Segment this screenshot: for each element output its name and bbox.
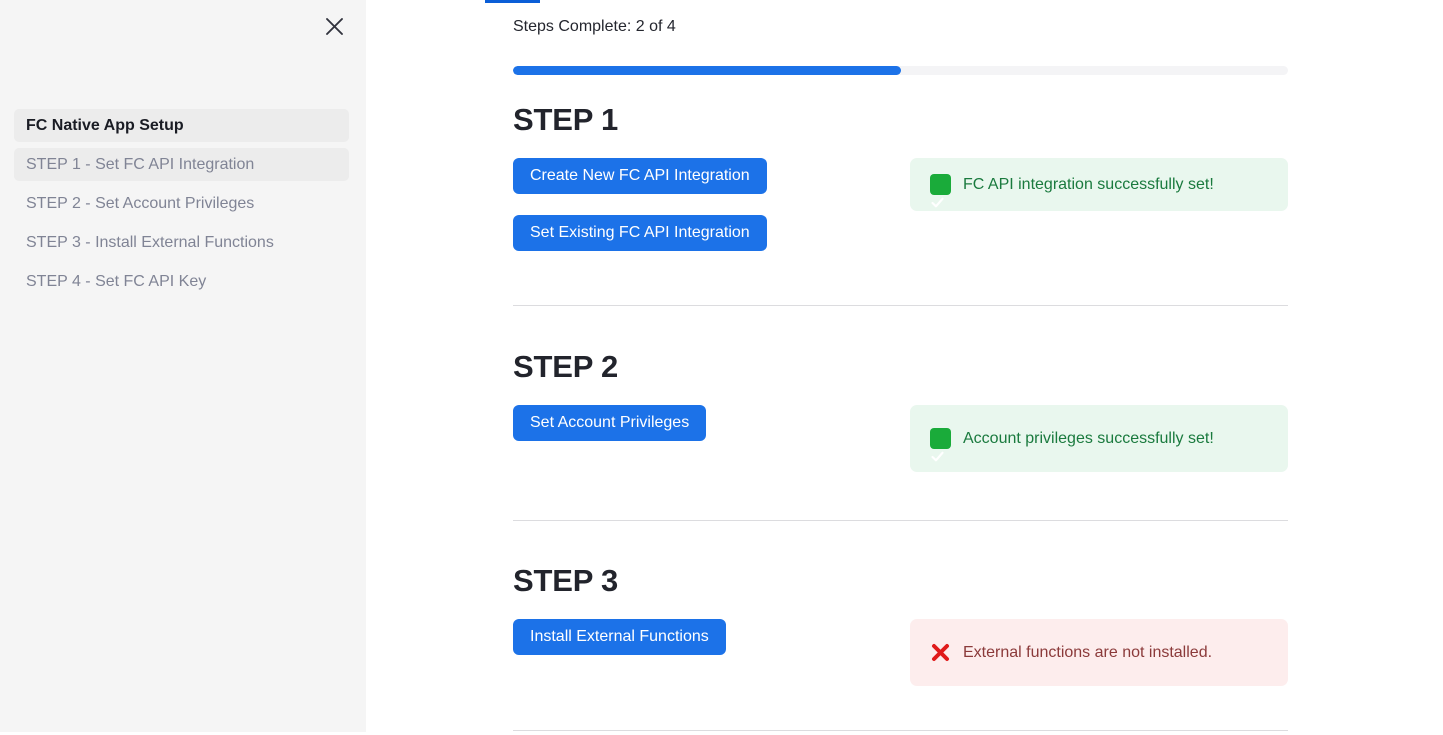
- set-account-privileges-button[interactable]: Set Account Privileges: [513, 405, 707, 441]
- section-divider-1: [513, 305, 1288, 306]
- white-heavy-check-mark-icon: [930, 428, 951, 462]
- set-existing-fc-api-integration-button[interactable]: Set Existing FC API Integration: [513, 215, 767, 251]
- main-content: Steps Complete: 2 of 4 STEP 1 Create New…: [366, 0, 1443, 735]
- step-1-status-banner: FC API integration successfully set!: [910, 158, 1288, 211]
- sidebar-nav: FC Native App Setup STEP 1 - Set FC API …: [14, 109, 349, 304]
- active-tab-indicator: [485, 0, 540, 3]
- step-1-status-text: FC API integration successfully set!: [963, 175, 1214, 193]
- progress-bar-fill: [513, 66, 901, 75]
- step-1-body: Create New FC API Integration Set Existi…: [513, 158, 1288, 251]
- install-external-functions-button[interactable]: Install External Functions: [513, 619, 726, 655]
- step-3-section: STEP 3 Install External Functions Extern…: [513, 561, 1288, 709]
- step-3-status-banner: External functions are not installed.: [910, 619, 1288, 686]
- step-1-section: STEP 1 Create New FC API Integration Set…: [513, 100, 1288, 251]
- step-3-actions: Install External Functions: [513, 619, 726, 655]
- create-new-fc-api-integration-button[interactable]: Create New FC API Integration: [513, 158, 767, 194]
- sidebar-item-step-2[interactable]: STEP 2 - Set Account Privileges: [14, 187, 349, 220]
- close-sidebar-button[interactable]: [318, 10, 350, 42]
- step-1-heading: STEP 1: [513, 102, 619, 137]
- step-2-actions: Set Account Privileges: [513, 405, 707, 441]
- sidebar-item-step-1[interactable]: STEP 1 - Set FC API Integration: [14, 148, 349, 181]
- step-3-heading: STEP 3: [513, 563, 619, 598]
- setup-progress-bar: [513, 66, 1288, 75]
- sidebar-item-step-3[interactable]: STEP 3 - Install External Functions: [14, 226, 349, 259]
- step-2-section: STEP 2 Set Account Privileges Account pr…: [513, 347, 1288, 495]
- section-divider-2: [513, 520, 1288, 521]
- sidebar-item-step-4[interactable]: STEP 4 - Set FC API Key: [14, 265, 349, 298]
- step-3-body: Install External Functions External func…: [513, 619, 1288, 709]
- step-1-actions: Create New FC API Integration Set Existi…: [513, 158, 767, 251]
- step-2-status-text: Account privileges successfully set!: [963, 429, 1214, 447]
- sidebar-app-title[interactable]: FC Native App Setup: [14, 109, 349, 142]
- step-2-status-banner: Account privileges successfully set!: [910, 405, 1288, 472]
- step-2-body: Set Account Privileges Account privilege…: [513, 405, 1288, 495]
- sidebar: FC Native App Setup STEP 1 - Set FC API …: [0, 0, 366, 732]
- step-3-status-text: External functions are not installed.: [963, 643, 1213, 661]
- step-2-heading: STEP 2: [513, 349, 619, 384]
- white-heavy-check-mark-icon: [930, 174, 951, 208]
- close-icon: [325, 17, 344, 36]
- app-root: FC Native App Setup STEP 1 - Set FC API …: [0, 0, 1443, 735]
- steps-complete-label: Steps Complete: 2 of 4: [513, 18, 676, 35]
- cross-mark-icon: [930, 642, 951, 663]
- section-divider-3: [513, 730, 1288, 731]
